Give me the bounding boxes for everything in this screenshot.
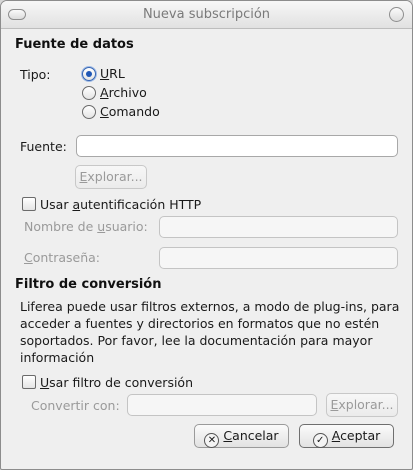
use-filter-label[interactable]: Usar filtro de conversión — [40, 375, 193, 390]
radio-url[interactable] — [82, 67, 96, 81]
password-input[interactable] — [159, 247, 398, 269]
filter-description: Liferea puede usar filtros externos, a m… — [20, 299, 400, 365]
window-close-button[interactable] — [389, 7, 404, 22]
password-label: Contraseña: — [24, 250, 101, 265]
source-section-title: Fuente de datos — [15, 37, 134, 52]
auth-checkbox[interactable] — [22, 197, 36, 211]
radio-file-label[interactable]: Archivo — [100, 85, 147, 100]
radio-file[interactable] — [82, 86, 96, 100]
username-label: Nombre de usuario: — [24, 219, 148, 234]
titlebar: Nueva subscripción — [1, 1, 412, 29]
source-label: Fuente: — [20, 139, 67, 154]
filter-section-title: Filtro de conversión — [15, 277, 162, 292]
radio-url-label[interactable]: URL — [100, 66, 125, 81]
filter-browse-button[interactable]: Explorar... — [326, 393, 398, 417]
radio-command-label[interactable]: Comando — [100, 104, 160, 119]
checkmark-circle-icon: ✓ — [312, 433, 328, 448]
source-browse-button[interactable]: Explorar... — [75, 165, 147, 189]
cancel-button[interactable]: ✕ Cancelar — [194, 424, 289, 448]
cancel-circle-icon: ✕ — [204, 433, 220, 448]
window-title: Nueva subscripción — [142, 7, 271, 22]
source-input[interactable] — [76, 135, 398, 157]
radio-command[interactable] — [82, 105, 96, 119]
type-label: Tipo: — [20, 67, 51, 82]
subscription-dialog: Nueva subscripción Fuente de datos Tipo:… — [0, 0, 413, 470]
convert-with-input[interactable] — [127, 394, 317, 416]
username-input[interactable] — [159, 216, 398, 238]
use-filter-checkbox[interactable] — [22, 375, 36, 389]
auth-checkbox-label[interactable]: Usar autentificación HTTP — [40, 197, 201, 212]
accept-button[interactable]: ✓ Aceptar — [299, 424, 394, 448]
convert-with-label: Convertir con: — [31, 398, 120, 413]
